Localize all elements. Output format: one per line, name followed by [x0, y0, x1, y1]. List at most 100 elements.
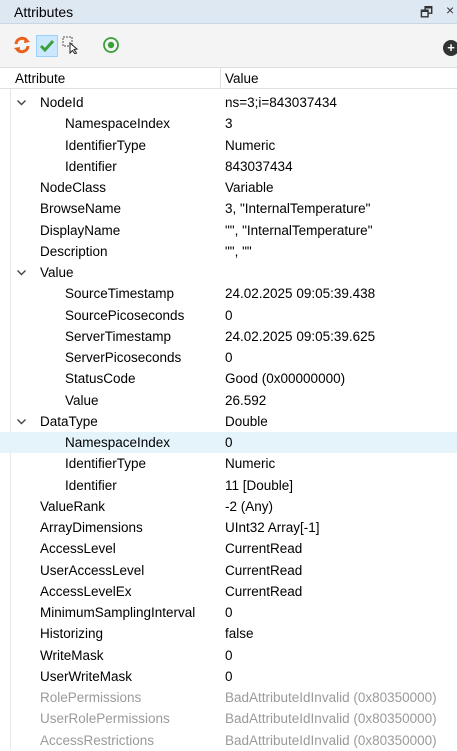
attribute-value: UInt32 Array[-1] — [225, 520, 320, 535]
attribute-value: Good (0x00000000) — [225, 371, 346, 387]
attribute-row[interactable]: RolePermissions BadAttributeIdInvalid (0x… — [0, 687, 457, 708]
attribute-row[interactable]: ValueRank -2 (Any) — [0, 496, 457, 517]
attribute-value: "", "" — [225, 243, 252, 259]
attribute-value: 24.02.2025 09:05:39.438 — [225, 286, 376, 302]
target-icon[interactable] — [102, 36, 120, 54]
refresh-icon[interactable] — [13, 36, 31, 54]
attribute-row[interactable]: WriteMask 0 — [0, 645, 457, 666]
attribute-row[interactable]: DisplayName "", "InternalTemperature" — [0, 220, 457, 241]
attribute-row[interactable]: Value 26.592 — [0, 390, 457, 411]
attribute-name: DataType — [40, 413, 98, 429]
expand-chevron-icon[interactable] — [16, 262, 27, 283]
attribute-row[interactable]: BrowseName 3, "InternalTemperature" — [0, 198, 457, 219]
attribute-value: false — [225, 626, 254, 642]
attribute-name: Value — [65, 392, 99, 408]
check-icon-button[interactable] — [36, 35, 58, 57]
attribute-value: CurrentRead — [225, 562, 303, 578]
attribute-row[interactable]: Identifier 843037434 — [0, 156, 457, 177]
attribute-name: AccessLevelEx — [40, 583, 132, 599]
attribute-row[interactable]: StatusCode Good (0x00000000) — [0, 368, 457, 389]
attribute-name: ServerTimestamp — [65, 328, 172, 344]
attribute-name: Identifier — [65, 158, 117, 174]
column-header-value[interactable]: Value — [225, 71, 259, 86]
attribute-row[interactable]: UserAccessLevel CurrentRead — [0, 560, 457, 581]
column-header-attribute[interactable]: Attribute — [15, 71, 65, 86]
attribute-row[interactable]: Value — [0, 262, 457, 283]
attribute-name: SourcePicoseconds — [65, 307, 185, 323]
expand-chevron-icon[interactable] — [16, 411, 27, 432]
column-header: Attribute Value — [0, 68, 457, 89]
attribute-name: NamespaceIndex — [65, 116, 171, 132]
attribute-name: AccessRestrictions — [40, 732, 155, 748]
attribute-row[interactable]: UserWriteMask 0 — [0, 666, 457, 687]
attribute-value: ns=3;i=843037434 — [225, 95, 337, 110]
attribute-name: NodeClass — [40, 180, 107, 195]
attribute-row[interactable]: AccessRestrictions BadAttributeIdInvalid … — [0, 730, 457, 751]
attribute-row[interactable]: ServerTimestamp 24.02.2025 09:05:39.625 — [0, 326, 457, 347]
attribute-row[interactable]: IdentifierType Numeric — [0, 135, 457, 156]
attribute-name: Value — [40, 265, 74, 280]
attribute-row[interactable]: AccessLevelEx CurrentRead — [0, 581, 457, 602]
attribute-row[interactable]: Identifier 11 [Double] — [0, 475, 457, 496]
close-icon[interactable]: × — [446, 2, 454, 18]
attribute-value: 0 — [225, 435, 233, 450]
attribute-value: BadAttributeIdInvalid (0x80350000) — [225, 690, 437, 705]
attribute-value: 0 — [225, 647, 233, 663]
column-separator[interactable] — [220, 68, 221, 89]
attribute-name: Identifier — [65, 477, 117, 493]
panel-title: Attributes — [14, 4, 74, 20]
attribute-value: 0 — [225, 605, 233, 620]
cursor-select-icon[interactable] — [62, 36, 80, 54]
attribute-value: 0 — [225, 350, 233, 365]
attribute-value: 26.592 — [225, 392, 267, 408]
attribute-row[interactable]: MinimumSamplingInterval 0 — [0, 602, 457, 623]
attribute-row[interactable]: Historizing false — [0, 623, 457, 644]
attribute-value: Variable — [225, 180, 274, 195]
attribute-value: 0 — [225, 307, 233, 323]
attribute-value: 11 [Double] — [225, 477, 294, 493]
attribute-name: StatusCode — [65, 371, 136, 387]
attribute-row[interactable]: IdentifierType Numeric — [0, 453, 457, 474]
attribute-name: Description — [40, 243, 108, 259]
expand-chevron-icon[interactable] — [16, 92, 27, 113]
attribute-value: Numeric — [225, 137, 276, 153]
attribute-value: CurrentRead — [225, 541, 303, 557]
attribute-name: UserAccessLevel — [40, 562, 145, 578]
attribute-name: SourceTimestamp — [65, 286, 175, 302]
check-icon — [39, 40, 55, 53]
attribute-row[interactable]: AccessLevel CurrentRead — [0, 538, 457, 559]
attribute-value: 3, "InternalTemperature" — [225, 201, 371, 217]
attribute-name: MinimumSamplingInterval — [40, 605, 196, 620]
attribute-name: RolePermissions — [40, 690, 142, 705]
attribute-row[interactable]: NodeClass Variable — [0, 177, 457, 198]
attribute-name: UserWriteMask — [40, 668, 133, 684]
attribute-value: Double — [225, 413, 268, 429]
attribute-name: BrowseName — [40, 201, 122, 217]
attribute-name: Historizing — [40, 626, 104, 642]
attribute-row[interactable]: NodeId ns=3;i=843037434 — [0, 92, 457, 113]
attribute-row[interactable]: SourceTimestamp 24.02.2025 09:05:39.438 — [0, 283, 457, 304]
attribute-value: Numeric — [225, 456, 276, 472]
attribute-row[interactable]: ArrayDimensions UInt32 Array[-1] — [0, 517, 457, 538]
attribute-row[interactable]: UserRolePermissions BadAttributeIdInvalid… — [0, 708, 457, 729]
attribute-row[interactable]: Description "", "" — [0, 241, 457, 262]
attribute-row[interactable]: NamespaceIndex 3 — [0, 113, 457, 134]
attribute-row[interactable]: SourcePicoseconds 0 — [0, 305, 457, 326]
attribute-value: BadAttributeIdInvalid (0x80350000) — [225, 732, 437, 748]
attribute-row[interactable]: DataType Double — [0, 411, 457, 432]
attribute-value: 843037434 — [225, 158, 293, 174]
attribute-value: "", "InternalTemperature" — [225, 222, 373, 238]
attribute-value: BadAttributeIdInvalid (0x80350000) — [225, 711, 437, 727]
attribute-tree: NodeId ns=3;i=843037434 NamespaceIndex 3 Ide… — [0, 92, 457, 751]
attribute-name: ServerPicoseconds — [65, 350, 182, 365]
attribute-row[interactable]: ServerPicoseconds 0 — [0, 347, 457, 368]
attribute-name: NodeId — [40, 95, 84, 110]
float-window-icon[interactable]: 🗗 — [420, 2, 433, 26]
attribute-name: UserRolePermissions — [40, 711, 170, 727]
attribute-row[interactable]: NamespaceIndex 0 — [0, 432, 457, 454]
attribute-name: IdentifierType — [65, 137, 147, 153]
add-icon[interactable]: + — [443, 40, 457, 56]
panel-titlebar: Attributes 🗗 × — [0, 0, 457, 24]
attribute-name: NamespaceIndex — [65, 435, 171, 450]
attribute-value: 0 — [225, 668, 233, 684]
